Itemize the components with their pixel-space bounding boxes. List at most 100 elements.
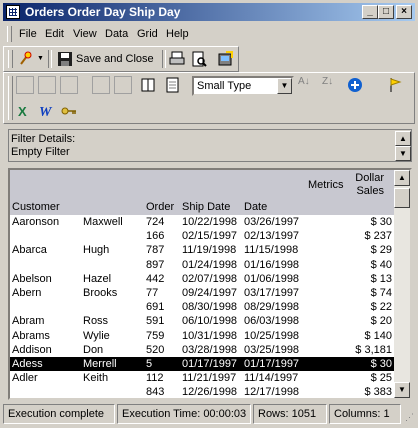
cell-ship-date: 02/15/1997 — [182, 230, 238, 243]
excel-icon[interactable]: X — [16, 102, 34, 120]
sort-descending-icon[interactable]: Z↓ — [322, 76, 340, 94]
table-row[interactable]: Abram Ross 591 06/10/1998 06/03/1998 $ 20 — [10, 314, 396, 328]
table-row[interactable]: 897 01/24/1998 01/16/1998 $ 40 — [10, 258, 396, 272]
cell-customer-first: Hazel — [83, 272, 112, 285]
status-exec-time: Execution Time: 00:00:03 — [117, 404, 251, 424]
header-sales[interactable]: Sales — [340, 185, 384, 197]
cell-customer-first: Keith — [83, 372, 109, 385]
grid-vertical-scrollbar[interactable]: ▲ ▼ — [394, 170, 410, 398]
header-metrics[interactable]: Metrics — [308, 179, 343, 191]
close-button[interactable]: × — [396, 5, 412, 19]
cell-date: 11/15/1998 — [244, 244, 299, 257]
filter-value: Empty Filter — [11, 146, 70, 158]
menu-data[interactable]: Data — [105, 28, 128, 40]
sort-ascending-icon[interactable]: A↓ — [298, 76, 316, 94]
flag-icon[interactable] — [386, 76, 404, 94]
move-left-icon[interactable] — [92, 76, 110, 94]
move-right-icon[interactable] — [114, 76, 132, 94]
disabled-icon[interactable] — [38, 76, 56, 94]
svg-text:X: X — [18, 104, 27, 119]
status-rows: Rows: 1051 — [253, 404, 327, 424]
table-row[interactable]: Abelson Hazel 442 02/07/1998 01/06/1998 $ 13 — [10, 272, 396, 286]
cell-order: 759 — [146, 329, 165, 342]
header-ship-date[interactable]: Ship Date — [182, 201, 230, 213]
table-row[interactable]: Abrams Wylie 759 10/31/1998 10/25/1998 $ 140 — [10, 329, 396, 343]
cell-ship-date: 10/22/1998 — [182, 216, 238, 228]
minimize-button[interactable]: _ — [362, 5, 378, 19]
filter-heading: Filter Details: — [11, 133, 76, 145]
table-row[interactable]: Abern Brooks 77 09/24/1997 03/17/1997 $ 74 — [10, 286, 396, 300]
scroll-up-icon[interactable]: ▲ — [394, 170, 410, 186]
cell-order: 897 — [146, 258, 165, 271]
menu-help[interactable]: Help — [166, 28, 189, 40]
menu-edit[interactable]: Edit — [45, 28, 64, 40]
resize-grip-icon[interactable]: ⋰ — [405, 412, 414, 423]
cell-order: 520 — [146, 343, 165, 356]
book-icon[interactable] — [139, 76, 157, 94]
cell-customer-first: Hugh — [83, 244, 110, 257]
header-date[interactable]: Date — [244, 201, 267, 213]
scroll-up-icon[interactable]: ▲ — [395, 131, 411, 146]
cell-order: 787 — [146, 244, 165, 257]
wizard-icon[interactable] — [17, 50, 35, 68]
maximize-button[interactable]: □ — [378, 5, 394, 19]
page-icon[interactable] — [163, 76, 181, 94]
save-icon — [56, 50, 74, 68]
table-row[interactable]: 691 08/30/1998 08/29/1998 $ 22 — [10, 300, 396, 314]
menu-bar: File Edit View Data Grid Help — [3, 24, 415, 44]
toolbar-grip[interactable] — [8, 50, 13, 68]
cell-date: 10/25/1998 — [244, 329, 300, 342]
print-preview-icon[interactable] — [190, 50, 208, 68]
cell-dollar-sales: $ 25 — [370, 372, 392, 385]
menu-grip[interactable] — [7, 26, 12, 42]
toolbar-standard: ▼ Save and Close — [3, 46, 239, 72]
cell-dollar-sales: $ 237 — [364, 230, 392, 243]
cell-ship-date: 11/19/1998 — [182, 244, 237, 257]
scroll-down-icon[interactable]: ▼ — [394, 382, 410, 398]
font-combo[interactable]: Small Type ▼ — [192, 76, 294, 96]
cell-ship-date: 03/28/1998 — [182, 343, 238, 356]
cell-ship-date: 01/17/1997 — [182, 358, 238, 370]
scroll-thumb[interactable] — [394, 188, 410, 208]
toolbar-separator — [48, 50, 52, 68]
cell-customer-first: Wylie — [83, 329, 110, 342]
print-icon[interactable] — [168, 50, 186, 68]
menu-grid[interactable]: Grid — [137, 28, 158, 40]
table-row[interactable]: Adess Merrell 5 01/17/1997 01/17/1997 $ 30 — [10, 355, 397, 373]
cell-dollar-sales: $ 13 — [370, 272, 392, 285]
status-message: Execution complete — [3, 404, 115, 424]
cell-customer-first: Merrell — [83, 358, 117, 370]
disabled-icon[interactable] — [16, 76, 34, 94]
cell-dollar-sales: $ 3,181 — [355, 343, 392, 356]
cell-date: 12/17/1998 — [244, 386, 300, 399]
cell-date: 03/17/1997 — [244, 287, 300, 299]
word-icon[interactable]: W — [38, 102, 56, 120]
cell-order: 843 — [146, 386, 165, 399]
scroll-down-icon[interactable]: ▼ — [395, 146, 411, 161]
font-combo-value: Small Type — [197, 80, 252, 92]
table-row[interactable]: 843 12/26/1998 12/17/1998 $ 383 — [10, 385, 396, 399]
cell-dollar-sales: $ 30 — [370, 358, 392, 370]
export-icon[interactable] — [216, 50, 234, 68]
key-icon[interactable] — [60, 102, 78, 120]
table-row[interactable]: Adler Keith 112 11/21/1997 11/14/1997 $ 25 — [10, 371, 396, 385]
header-dollar[interactable]: Dollar — [340, 172, 384, 184]
chevron-down-icon[interactable]: ▼ — [277, 78, 292, 94]
header-customer[interactable]: Customer — [12, 201, 60, 213]
table-row[interactable]: Addison Don 520 03/28/1998 03/25/1998 $ 3,181 — [10, 343, 396, 357]
toolbar-grip[interactable] — [8, 76, 13, 120]
cell-dollar-sales: $ 140 — [364, 329, 392, 342]
table-row[interactable]: Aaronson Maxwell 724 10/22/1998 03/26/1997 $ … — [10, 215, 396, 229]
save-close-button[interactable]: Save and Close — [76, 53, 154, 65]
wizard-dropdown-icon[interactable]: ▼ — [37, 55, 44, 62]
table-row[interactable]: Abarca Hugh 787 11/19/1998 11/15/1998 $ 29 — [10, 243, 396, 257]
table-row[interactable]: 166 02/15/1997 02/13/1997 $ 237 — [10, 229, 396, 243]
cell-date: 02/13/1997 — [244, 230, 300, 243]
menu-file[interactable]: File — [19, 28, 37, 40]
disabled-icon[interactable] — [60, 76, 78, 94]
cell-customer-last: Adess — [12, 358, 43, 370]
menu-view[interactable]: View — [73, 28, 97, 40]
cell-date: 01/16/1998 — [244, 258, 300, 271]
add-icon[interactable] — [346, 76, 364, 94]
header-order[interactable]: Order — [146, 201, 174, 213]
